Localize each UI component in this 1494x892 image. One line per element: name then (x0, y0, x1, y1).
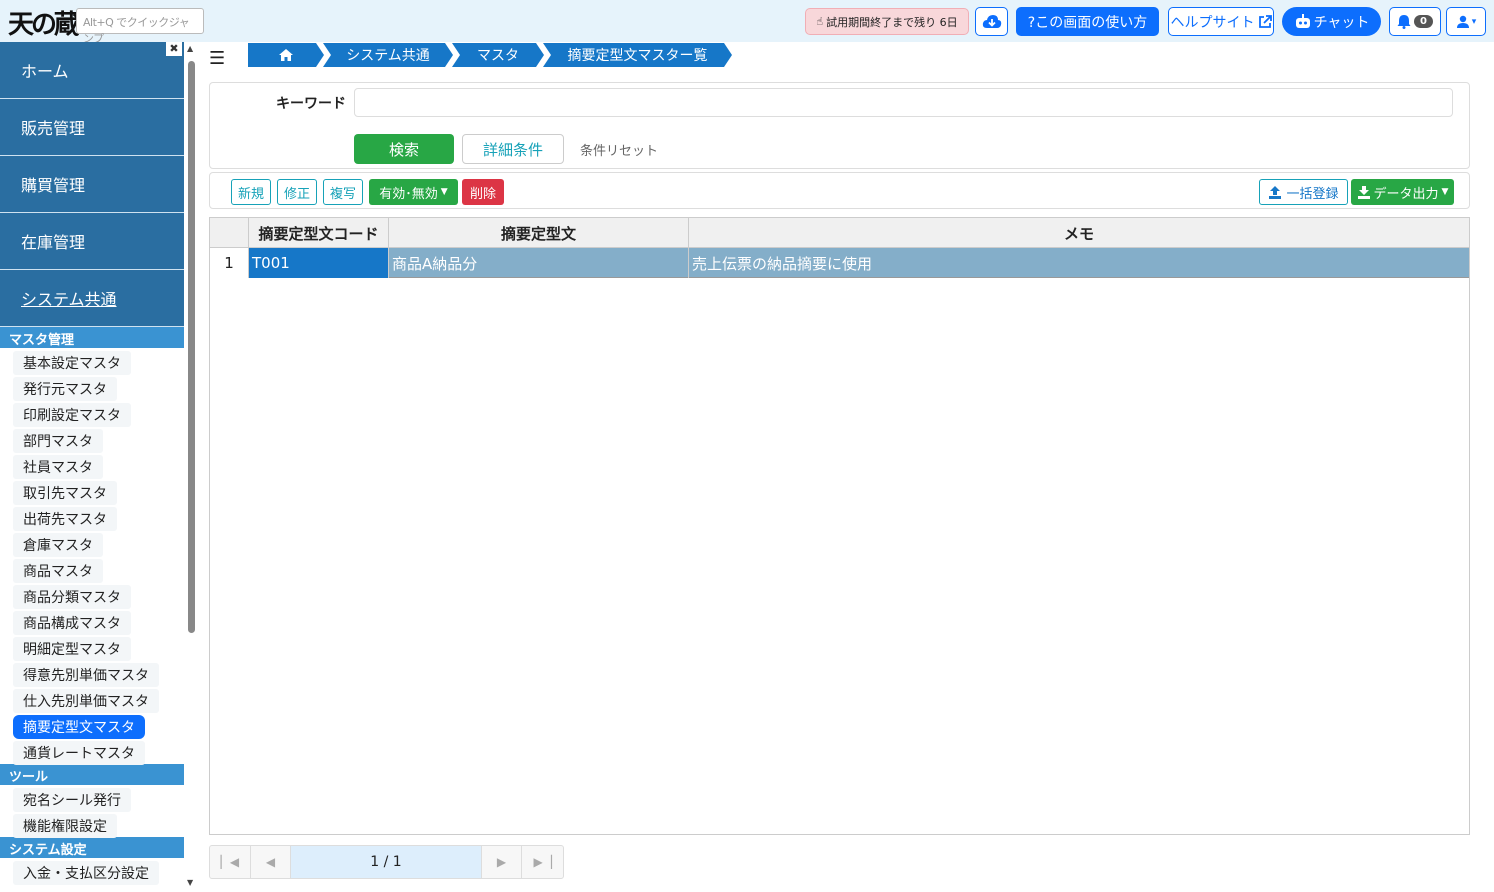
hamburger-menu-icon[interactable]: ☰ (209, 48, 225, 69)
help-site-button[interactable]: ヘルプサイト (1168, 7, 1274, 36)
sidebar-subitem[interactable]: 基本設定マスタ (0, 348, 184, 375)
trial-notice-text: 試用期間終了まで残り 6日 (826, 15, 958, 29)
cloud-download-button[interactable] (975, 7, 1008, 36)
notification-button[interactable]: 0 (1389, 7, 1441, 36)
pager: ▏◀ ◀ 1 / 1 ▶ ▶▕ (209, 845, 564, 879)
pin-icon[interactable]: ✖ (166, 42, 182, 56)
user-icon (1456, 15, 1469, 28)
sidebar-subitem[interactable]: 商品構成マスタ (0, 608, 184, 635)
new-button[interactable]: 新規 (231, 179, 271, 205)
validity-dropdown-button[interactable]: 有効･無効 ▼ (369, 179, 458, 205)
data-export-label: データ出力 (1373, 186, 1439, 202)
edit-button[interactable]: 修正 (277, 179, 317, 205)
detail-conditions-button[interactable]: 詳細条件 (462, 134, 564, 164)
sidebar-subitem[interactable]: 仕入先別単価マスタ (0, 686, 184, 713)
chat-button[interactable]: チャット (1282, 7, 1381, 36)
cell-memo[interactable]: 売上伝票の納品摘要に使用 (689, 248, 1469, 278)
download-icon (1357, 186, 1370, 199)
sidebar-item-purchase[interactable]: 購買管理 (0, 156, 184, 213)
external-link-icon (1258, 14, 1272, 28)
breadcrumb-system-common[interactable]: システム共通 (323, 43, 453, 67)
breadcrumb-master[interactable]: マスタ (452, 43, 544, 67)
data-export-button[interactable]: データ出力 ▼ (1351, 179, 1454, 205)
grid-header-row: 摘要定型文コード 摘要定型文 メモ (210, 218, 1469, 248)
column-header-text[interactable]: 摘要定型文 (389, 218, 689, 248)
quick-jump-input[interactable]: Alt+Q でクイックジャンプ (76, 8, 204, 45)
breadcrumb-current: 摘要定型文マスター覧 (543, 43, 732, 67)
sidebar-subitem[interactable]: 機能権限設定 (0, 811, 184, 838)
sidebar-subitem-active[interactable]: 摘要定型文マスタ (0, 712, 184, 739)
sidebar-subitem[interactable]: 取引先マスタ (0, 478, 184, 505)
sidebar-subitem[interactable]: 通貨レートマスタ (0, 738, 184, 765)
sidebar-item-home[interactable]: ホーム (0, 42, 184, 99)
section-header-master: マスタ管理 (0, 327, 184, 348)
scrollbar-thumb[interactable] (188, 61, 195, 633)
delete-button[interactable]: 削除 (462, 179, 504, 205)
sidebar: ホーム 販売管理 購買管理 在庫管理 システム共通 マスタ管理 基本設定マスタ … (0, 42, 184, 892)
sidebar-subitem[interactable]: 部門マスタ (0, 426, 184, 453)
keyword-input[interactable] (354, 88, 1453, 117)
sidebar-subitem[interactable]: 入金・支払区分設定 (0, 858, 184, 885)
scroll-down-icon[interactable]: ▼ (187, 878, 193, 887)
chat-label: チャット (1313, 14, 1370, 31)
column-header-memo[interactable]: メモ (689, 218, 1469, 248)
trial-notice-button[interactable]: ☝ 試用期間終了まで残り 6日 (805, 8, 969, 35)
howto-button[interactable]: ?この画面の使い方 (1016, 7, 1159, 36)
caret-down-icon: ▼ (1441, 187, 1449, 197)
breadcrumb: システム共通 マスタ 摘要定型文マスター覧 (248, 43, 731, 67)
caret-down-icon: ▼ (440, 187, 448, 197)
page-indicator[interactable]: 1 / 1 (291, 846, 482, 878)
last-page-icon[interactable]: ▶▕ (522, 846, 563, 878)
sidebar-item-inventory[interactable]: 在庫管理 (0, 213, 184, 270)
cloud-download-icon (982, 14, 1001, 28)
pointer-icon: ☝ (816, 15, 824, 28)
reset-conditions-link[interactable]: 条件リセット (580, 140, 658, 159)
bulk-register-button[interactable]: 一括登録 (1259, 179, 1348, 205)
table-row[interactable]: 1 T001 商品A納品分 売上伝票の納品摘要に使用 (210, 248, 1469, 278)
data-grid: 摘要定型文コード 摘要定型文 メモ 1 T001 商品A納品分 売上伝票の納品摘… (209, 217, 1470, 835)
row-number: 1 (210, 248, 249, 278)
home-icon (279, 49, 293, 61)
next-page-icon[interactable]: ▶ (482, 846, 523, 878)
row-number-header (210, 218, 249, 248)
column-header-code[interactable]: 摘要定型文コード (249, 218, 389, 248)
bell-icon (1397, 15, 1411, 29)
sidebar-subitem[interactable]: 商品分類マスタ (0, 582, 184, 609)
sidebar-subitem[interactable]: 宛名シール発行 (0, 785, 184, 812)
sidebar-subitem[interactable]: 出荷先マスタ (0, 504, 184, 531)
user-menu-button[interactable]: ▾ (1446, 7, 1486, 36)
robot-icon (1295, 13, 1310, 28)
action-toolbar: 新規 修正 複写 有効･無効 ▼ 削除 一括登録 データ出力 ▼ (209, 172, 1470, 209)
top-bar: 天の蔵 Alt+Q でクイックジャンプ ☝ 試用期間終了まで残り 6日 ?この画… (0, 0, 1494, 45)
notification-count-badge: 0 (1414, 15, 1433, 28)
cell-text[interactable]: 商品A納品分 (389, 248, 689, 278)
search-panel: キーワード 検索 詳細条件 条件リセット (209, 82, 1470, 169)
first-page-icon[interactable]: ▏◀ (210, 846, 251, 878)
keyword-label: キーワード (276, 96, 346, 112)
sidebar-subitem[interactable]: 得意先別単価マスタ (0, 660, 184, 687)
sidebar-subitem[interactable]: 明細定型マスタ (0, 634, 184, 661)
breadcrumb-home[interactable] (248, 43, 324, 67)
sidebar-scrollbar[interactable]: ▲ ▼ (186, 44, 198, 892)
upload-icon (1269, 186, 1282, 199)
caret-down-icon: ▾ (1471, 16, 1477, 27)
section-header-system-settings: システム設定 (0, 837, 184, 858)
scroll-up-icon[interactable]: ▲ (187, 44, 193, 53)
bulk-register-label: 一括登録 (1286, 186, 1339, 202)
sidebar-item-sales[interactable]: 販売管理 (0, 99, 184, 156)
sidebar-subitem[interactable]: 倉庫マスタ (0, 530, 184, 557)
sidebar-subitem[interactable]: 発行元マスタ (0, 374, 184, 401)
copy-button[interactable]: 複写 (323, 179, 363, 205)
sidebar-subitem[interactable]: 印刷設定マスタ (0, 400, 184, 427)
prev-page-icon[interactable]: ◀ (251, 846, 292, 878)
sidebar-subitem[interactable]: 社員マスタ (0, 452, 184, 479)
section-header-tools: ツール (0, 764, 184, 785)
help-site-label: ヘルプサイト (1170, 14, 1255, 31)
sidebar-item-system-common[interactable]: システム共通 (0, 270, 184, 327)
search-button[interactable]: 検索 (354, 134, 454, 164)
cell-code[interactable]: T001 (249, 248, 389, 278)
app-logo[interactable]: 天の蔵 (8, 4, 80, 41)
validity-label: 有効･無効 (379, 186, 438, 202)
sidebar-subitem[interactable]: 商品マスタ (0, 556, 184, 583)
